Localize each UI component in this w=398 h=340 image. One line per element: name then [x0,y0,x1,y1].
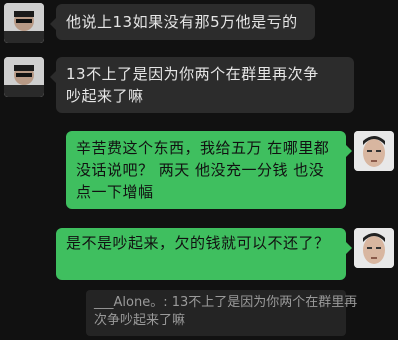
message-text: 点一下增幅 [76,183,154,201]
self-avatar-image [354,228,394,268]
quoted-message-text: ___Alone。: 13不上了是因为你两个在群里再 [94,295,358,310]
sender-avatar[interactable] [4,57,44,97]
incoming-message-bubble[interactable]: 他说上13如果没有那5万他是亏的 [50,4,315,40]
message-text: 没话说吧？ 两天 他没充一分钱 也没 [76,161,325,179]
outgoing-message-bubble[interactable]: 是不是吵起来，欠的钱就可以不还了？ [56,228,352,280]
self-avatar[interactable] [354,228,394,268]
sender-avatar-image [4,57,44,97]
self-avatar[interactable] [354,131,394,171]
sender-avatar-image [4,3,44,43]
message-text: 他说上13如果没有那5万他是亏的 [66,13,298,31]
message-text: 是不是吵起来，欠的钱就可以不还了？ [66,234,330,252]
quoted-message[interactable]: ___Alone。: 13不上了是因为你两个在群里再 次争吵起来了嘛 [86,290,358,336]
outgoing-message-bubble[interactable]: 辛苦费这个东西，我给五万 在哪里都 没话说吧？ 两天 他没充一分钱 也没 点一下… [66,131,352,209]
incoming-message-bubble[interactable]: 13不上了是因为你两个在群里再次争 吵起来了嘛 [50,57,354,113]
message-text: 吵起来了嘛 [66,87,144,105]
self-avatar-image [354,131,394,171]
message-text: 13不上了是因为你两个在群里再次争 [66,65,319,83]
quoted-message-text: 次争吵起来了嘛 [94,313,186,328]
message-text: 辛苦费这个东西，我给五万 在哪里都 [76,139,330,157]
sender-avatar[interactable] [4,3,44,43]
